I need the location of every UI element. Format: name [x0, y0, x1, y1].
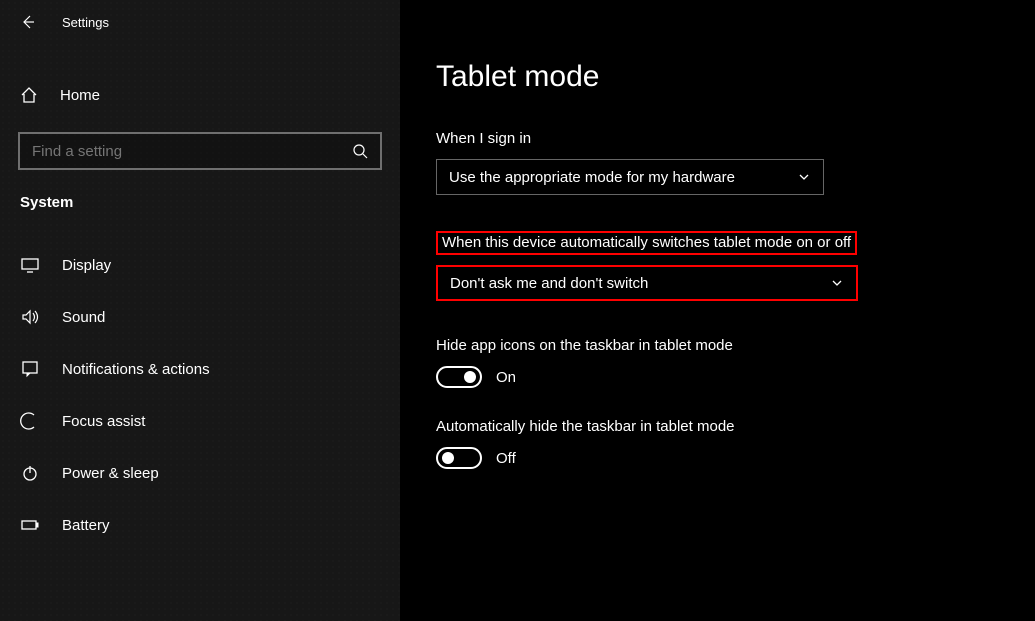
autoswitch-label: When this device automatically switches …: [442, 234, 851, 251]
hide-taskbar-toggle[interactable]: [436, 447, 482, 469]
sidebar-item-label: Notifications & actions: [62, 361, 210, 378]
autoswitch-dropdown-value: Don't ask me and don't switch: [450, 275, 648, 292]
battery-icon: [20, 515, 40, 535]
sidebar-item-label: Focus assist: [62, 413, 145, 430]
autoswitch-dropdown[interactable]: Don't ask me and don't switch: [436, 265, 858, 301]
sidebar-item-label: Display: [62, 257, 111, 274]
back-arrow-icon[interactable]: [20, 14, 36, 30]
hide-icons-toggle[interactable]: [436, 366, 482, 388]
hide-icons-label: Hide app icons on the taskbar in tablet …: [436, 337, 1035, 354]
sidebar-item-label: Sound: [62, 309, 105, 326]
sidebar-item-display[interactable]: Display: [0, 239, 400, 291]
titlebar: Settings: [0, 0, 400, 44]
home-icon: [20, 86, 38, 104]
home-label: Home: [60, 87, 100, 104]
sidebar-item-focus-assist[interactable]: Focus assist: [0, 395, 400, 447]
category-label: System: [0, 170, 400, 221]
home-nav[interactable]: Home: [0, 74, 400, 116]
search-input[interactable]: [32, 143, 352, 160]
power-icon: [20, 463, 40, 483]
sidebar-item-battery[interactable]: Battery: [0, 499, 400, 551]
search-icon: [352, 143, 368, 159]
signin-dropdown-value: Use the appropriate mode for my hardware: [449, 169, 735, 186]
focus-assist-icon: [20, 411, 40, 431]
hide-icons-toggle-row: On: [436, 366, 1035, 388]
sidebar-item-notifications[interactable]: Notifications & actions: [0, 343, 400, 395]
main-content: Tablet mode When I sign in Use the appro…: [400, 0, 1035, 621]
sidebar-item-sound[interactable]: Sound: [0, 291, 400, 343]
nav-list: Display Sound Notifications & actions Fo…: [0, 239, 400, 551]
hide-taskbar-label: Automatically hide the taskbar in tablet…: [436, 418, 1035, 435]
autoswitch-label-highlight: When this device automatically switches …: [436, 231, 857, 255]
display-icon: [20, 255, 40, 275]
chevron-down-icon: [830, 276, 844, 290]
page-title: Tablet mode: [436, 60, 1035, 94]
chevron-down-icon: [797, 170, 811, 184]
notifications-icon: [20, 359, 40, 379]
hide-icons-state: On: [496, 369, 516, 386]
hide-taskbar-toggle-row: Off: [436, 447, 1035, 469]
search-container: [18, 132, 382, 170]
search-box[interactable]: [18, 132, 382, 170]
signin-label: When I sign in: [436, 130, 1035, 147]
sidebar-item-power-sleep[interactable]: Power & sleep: [0, 447, 400, 499]
signin-dropdown[interactable]: Use the appropriate mode for my hardware: [436, 159, 824, 195]
app-title: Settings: [62, 15, 109, 30]
sidebar-item-label: Battery: [62, 517, 110, 534]
sidebar-item-label: Power & sleep: [62, 465, 159, 482]
sound-icon: [20, 307, 40, 327]
hide-taskbar-state: Off: [496, 450, 516, 467]
sidebar: Settings Home System Display Sound: [0, 0, 400, 621]
